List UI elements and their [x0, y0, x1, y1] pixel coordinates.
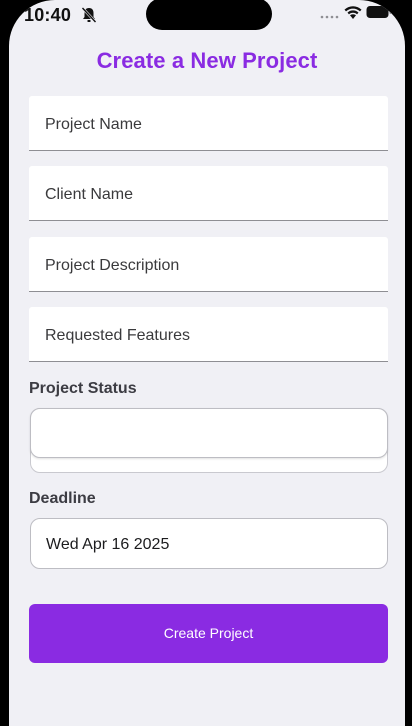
signal-icon [320, 15, 339, 19]
project-name-input[interactable]: Project Name [29, 96, 388, 151]
client-name-input[interactable]: Client Name [29, 166, 388, 221]
picker-selected-row[interactable] [30, 408, 388, 458]
dynamic-island [146, 0, 272, 30]
project-status-label: Project Status [29, 380, 137, 397]
device-frame: 10:40 Create a New Project Project Name … [0, 0, 412, 726]
project-name-placeholder: Project Name [45, 116, 142, 133]
project-status-picker[interactable] [30, 408, 388, 473]
requested-features-input[interactable]: Requested Features [29, 307, 388, 362]
status-time: 10:40 [24, 5, 72, 25]
app-screen: 10:40 Create a New Project Project Name … [9, 0, 405, 726]
create-project-button[interactable]: Create Project [29, 604, 388, 663]
project-description-input[interactable]: Project Description [29, 237, 388, 292]
deadline-value: Wed Apr 16 2025 [46, 536, 170, 553]
project-description-placeholder: Project Description [45, 257, 180, 274]
page-title: Create a New Project [96, 48, 318, 73]
battery-icon [366, 6, 392, 18]
deadline-label: Deadline [29, 490, 96, 507]
status-bar: 10:40 [9, 0, 405, 34]
requested-features-placeholder: Requested Features [45, 327, 190, 344]
client-name-placeholder: Client Name [45, 186, 134, 203]
bell-slash-icon [81, 7, 97, 23]
deadline-field[interactable]: Wed Apr 16 2025 [30, 518, 388, 569]
wifi-icon [344, 6, 362, 19]
